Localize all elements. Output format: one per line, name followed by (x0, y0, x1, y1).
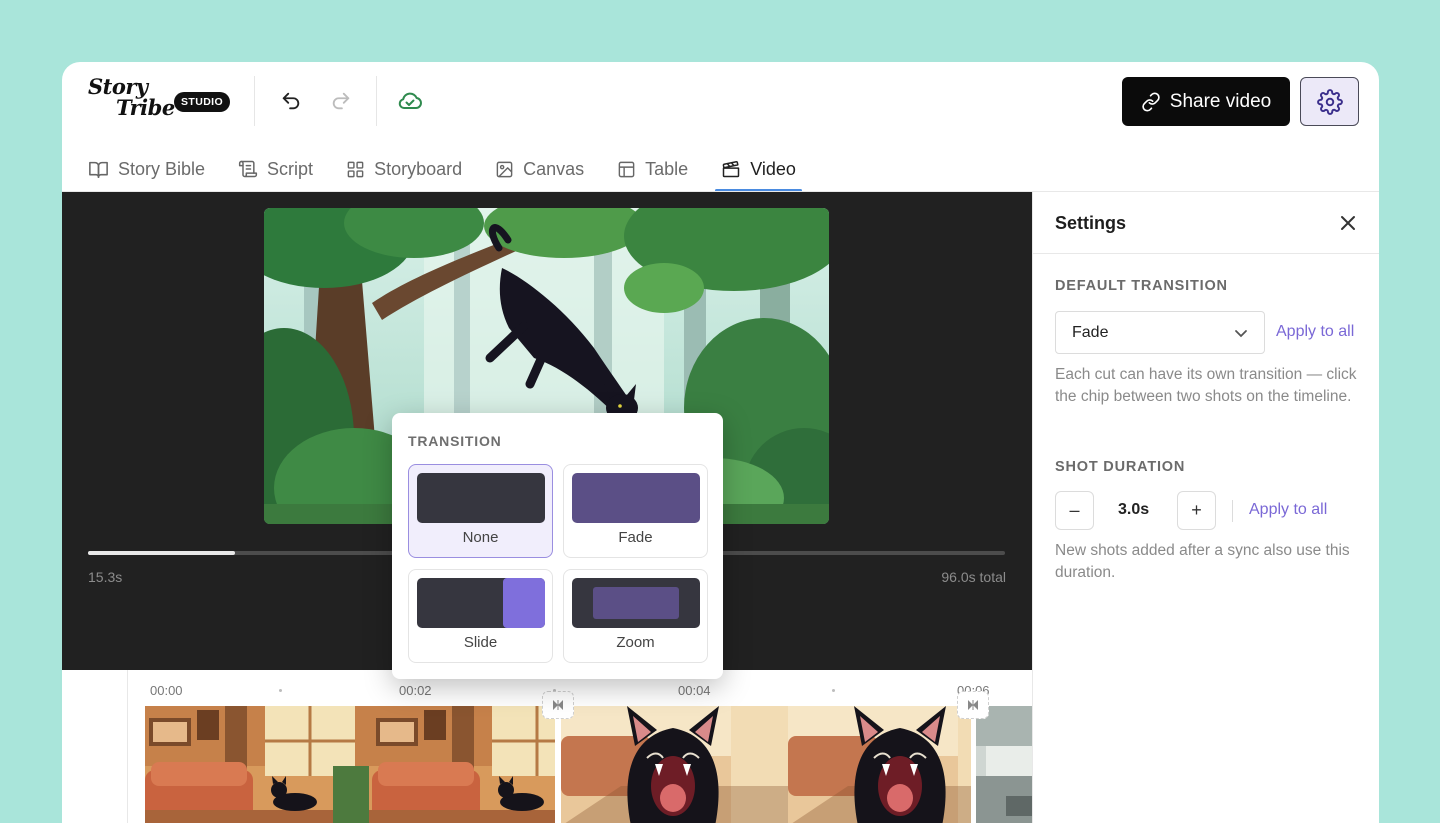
tab-label: Story Bible (118, 158, 206, 179)
clapperboard-icon (722, 161, 740, 178)
tab-story-bible[interactable]: Story Bible (88, 146, 205, 192)
settings-button[interactable] (1300, 77, 1359, 126)
timeline-gutter (127, 670, 128, 823)
close-settings-button[interactable] (1338, 213, 1358, 233)
share-video-label: Share video (1169, 90, 1272, 112)
chevron-down-icon (1235, 330, 1247, 338)
option-label: Zoom (616, 634, 655, 651)
apply-duration-to-all-link[interactable]: Apply to all (1249, 501, 1327, 519)
minus-icon: – (1069, 500, 1080, 520)
tab-table[interactable]: Table (617, 146, 688, 192)
transition-hint: Each cut can have its own transition — c… (1055, 366, 1357, 405)
tab-label: Table (645, 158, 689, 179)
transition-option-zoom[interactable]: Zoom (563, 569, 708, 663)
popover-title: TRANSITION (408, 433, 502, 449)
kitchen-thumbnail (976, 706, 1032, 823)
option-label: None (462, 529, 499, 546)
tab-video[interactable]: Video (715, 146, 802, 192)
tab-script[interactable]: Script (238, 146, 313, 192)
timeline-clip[interactable] (561, 706, 971, 823)
transition-icon (968, 700, 978, 710)
undo-icon (282, 92, 300, 110)
cloud-check-icon (398, 92, 422, 109)
scroll-icon (238, 160, 258, 178)
tab-label: Video (750, 158, 796, 179)
fade-preview (572, 473, 700, 523)
total-time: 96.0s total (941, 569, 1006, 585)
tab-label: Canvas (523, 158, 585, 179)
undo-button[interactable] (278, 88, 304, 114)
option-label: Slide (463, 634, 498, 651)
transition-option-slide[interactable]: Slide (408, 569, 553, 663)
close-icon (1341, 216, 1355, 230)
tab-label: Script (267, 158, 314, 179)
increase-duration-button[interactable]: + (1177, 491, 1216, 530)
studio-badge: STUDIO (174, 92, 231, 112)
storytribe-logo[interactable]: Story Tribe STUDIO (88, 76, 231, 126)
main-tabs: Story Bible Script Storyboard Canvas Tab… (88, 146, 829, 192)
table-icon (618, 161, 635, 177)
book-icon (89, 161, 108, 178)
none-preview (417, 473, 545, 523)
default-transition-select[interactable]: Fade (1055, 311, 1265, 354)
shot-duration-label: SHOT DURATION (1055, 459, 1186, 475)
transition-icon (553, 700, 563, 710)
option-label: Fade (618, 529, 653, 546)
progress-fill (88, 551, 235, 555)
transition-chip[interactable] (542, 691, 574, 719)
share-video-button[interactable]: Share video (1122, 77, 1290, 126)
timeline-clip[interactable] (976, 706, 1032, 823)
duration-hint: New shots added after a sync also use th… (1055, 542, 1350, 581)
timeline-marker: 00:02 (399, 683, 432, 698)
transition-chip[interactable] (957, 691, 989, 719)
app-window: Story Tribe STUDIO Share video Story Bib… (62, 62, 1379, 823)
logo-line-1: Story (88, 74, 148, 99)
yawning-cat-thumbnail (561, 706, 971, 823)
zoom-preview (572, 578, 700, 628)
timeline-tick (279, 689, 282, 692)
decrease-duration-button[interactable]: – (1055, 491, 1094, 530)
logo-wordmark: Story Tribe (88, 76, 175, 118)
toolbar-divider (254, 76, 255, 126)
redo-icon (332, 92, 350, 110)
transition-option-fade[interactable]: Fade (563, 464, 708, 558)
timeline-clip[interactable] (145, 706, 555, 823)
duration-value: 3.0s (1118, 501, 1150, 518)
timeline-marker: 00:00 (150, 683, 183, 698)
default-transition-label: DEFAULT TRANSITION (1055, 278, 1228, 294)
timeline-tick (832, 689, 835, 692)
gear-icon (1316, 88, 1343, 115)
living-room-cat-thumbnail (145, 706, 555, 823)
redo-button[interactable] (328, 88, 354, 114)
transition-option-none[interactable]: None (408, 464, 553, 558)
current-time: 15.3s (88, 569, 123, 585)
toolbar-divider (376, 76, 377, 126)
apply-transition-to-all-link[interactable]: Apply to all (1276, 323, 1354, 341)
divider (1232, 500, 1233, 522)
logo-line-2: Tribe (116, 95, 175, 120)
sync-status-button[interactable] (397, 88, 423, 114)
grid-icon (347, 161, 364, 177)
tab-storyboard[interactable]: Storyboard (346, 146, 462, 192)
plus-icon: + (1191, 500, 1202, 520)
settings-panel: Settings DEFAULT TRANSITION Fade Apply t… (1032, 192, 1379, 823)
settings-title: Settings (1055, 213, 1127, 233)
tab-canvas[interactable]: Canvas (495, 146, 584, 192)
link-icon (1142, 91, 1160, 112)
select-value: Fade (1072, 324, 1109, 341)
timeline-marker: 00:04 (678, 683, 711, 698)
slide-preview (417, 578, 545, 628)
timeline: 00:00 00:02 00:04 00:06 (62, 670, 1032, 823)
tab-label: Storyboard (374, 158, 463, 179)
image-icon (496, 161, 513, 177)
transition-popover: TRANSITION None Fade Slide Zoom (392, 413, 723, 679)
settings-header: Settings (1033, 192, 1379, 254)
